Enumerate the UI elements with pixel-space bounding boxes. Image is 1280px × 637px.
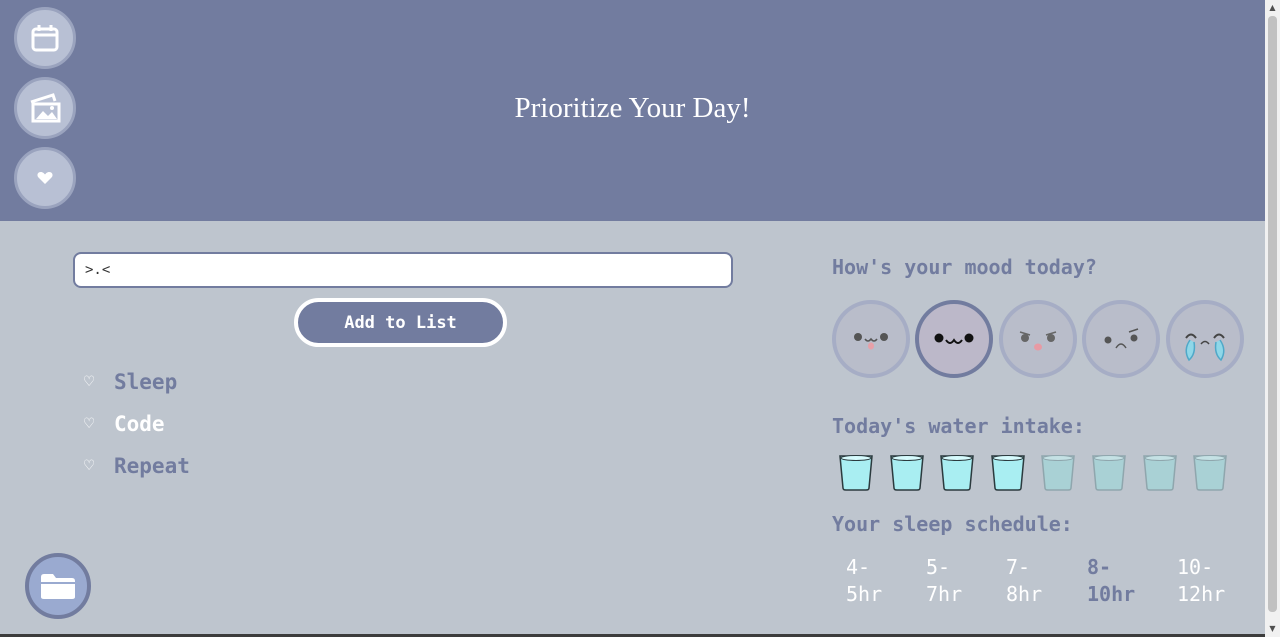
water-glass-empty-icon[interactable] bbox=[1091, 452, 1127, 492]
add-to-list-button[interactable]: Add to List bbox=[294, 298, 507, 347]
scroll-up-icon[interactable]: ▲ bbox=[1265, 0, 1280, 16]
upset-face-icon bbox=[1104, 328, 1139, 349]
sleep-option-line1: 7- bbox=[1006, 555, 1031, 579]
sleep-option-line1: 5- bbox=[926, 555, 951, 579]
sleep-option-line2: 8hr bbox=[1006, 582, 1043, 606]
water-glass-empty-icon[interactable] bbox=[1142, 452, 1178, 492]
content-face-icon bbox=[934, 333, 974, 344]
sleep-option-line1: 10- bbox=[1177, 555, 1214, 579]
water-title: Today's water intake: bbox=[832, 414, 1085, 438]
happy-face-icon bbox=[854, 333, 888, 350]
image-gallery-icon bbox=[30, 93, 61, 123]
mood-content-button[interactable] bbox=[915, 300, 993, 378]
sleep-option-line1: 4- bbox=[846, 555, 871, 579]
sleep-option-line1: 8- bbox=[1087, 555, 1112, 579]
sleep-option-4-5hr[interactable]: 4- 5hr bbox=[846, 554, 882, 608]
folder-button[interactable] bbox=[25, 553, 91, 619]
heart-outline-icon: ♡ bbox=[84, 414, 95, 434]
task-label: Repeat bbox=[114, 454, 190, 478]
mood-title: How's your mood today? bbox=[832, 255, 1097, 279]
sleep-option-7-8hr[interactable]: 7- 8hr bbox=[1006, 554, 1042, 608]
favorites-button[interactable] bbox=[14, 147, 76, 209]
calendar-icon bbox=[31, 25, 59, 52]
sleep-option-10-12hr[interactable]: 10- 12hr bbox=[1177, 554, 1225, 608]
water-glass-full-icon[interactable] bbox=[838, 452, 874, 492]
task-input[interactable] bbox=[73, 252, 733, 288]
sleep-option-line2: 12hr bbox=[1177, 582, 1226, 606]
mood-happy-button[interactable] bbox=[832, 300, 910, 378]
sleep-option-8-10hr[interactable]: 8- 10hr bbox=[1087, 554, 1135, 608]
crying-face-icon bbox=[1185, 333, 1225, 362]
mood-upset-button[interactable] bbox=[1082, 300, 1160, 378]
heart-outline-icon: ♡ bbox=[84, 372, 95, 392]
page-title: Prioritize Your Day! bbox=[514, 92, 751, 124]
task-label: Code bbox=[114, 412, 165, 436]
water-glass-full-icon[interactable] bbox=[889, 452, 925, 492]
heart-outline-icon: ♡ bbox=[84, 456, 95, 476]
task-item-repeat[interactable]: ♡ Repeat bbox=[84, 454, 190, 478]
mood-crying-button[interactable] bbox=[1166, 300, 1244, 378]
heart-icon bbox=[37, 172, 53, 184]
calendar-button[interactable] bbox=[14, 7, 76, 69]
sleep-option-line2: 5hr bbox=[846, 582, 883, 606]
mood-sad-button[interactable] bbox=[999, 300, 1077, 378]
water-glass-full-icon[interactable] bbox=[990, 452, 1026, 492]
scrollbar[interactable]: ▲ ▼ bbox=[1265, 0, 1280, 637]
task-item-code[interactable]: ♡ Code bbox=[84, 412, 165, 436]
sleep-title: Your sleep schedule: bbox=[832, 512, 1073, 536]
water-glass-empty-icon[interactable] bbox=[1192, 452, 1228, 492]
scrollbar-thumb[interactable] bbox=[1268, 16, 1277, 612]
task-label: Sleep bbox=[114, 370, 178, 394]
sleep-option-line2: 10hr bbox=[1087, 582, 1136, 606]
gallery-button[interactable] bbox=[14, 77, 76, 139]
task-item-sleep[interactable]: ♡ Sleep bbox=[84, 370, 177, 394]
water-glass-full-icon[interactable] bbox=[939, 452, 975, 492]
header: Prioritize Your Day! bbox=[0, 0, 1265, 221]
sleep-option-5-7hr[interactable]: 5- 7hr bbox=[926, 554, 962, 608]
sad-face-icon bbox=[1019, 331, 1057, 351]
sleep-option-line2: 7hr bbox=[926, 582, 963, 606]
water-glass-empty-icon[interactable] bbox=[1040, 452, 1076, 492]
folder-icon bbox=[41, 574, 75, 599]
scroll-down-icon[interactable]: ▼ bbox=[1265, 621, 1280, 637]
